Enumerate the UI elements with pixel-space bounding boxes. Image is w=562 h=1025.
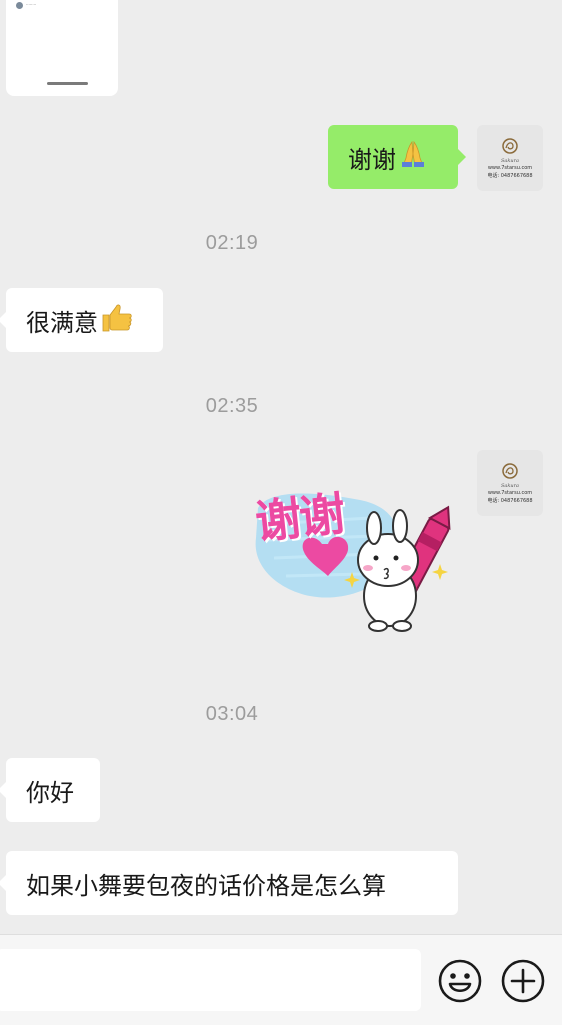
- card-handle: [47, 82, 88, 85]
- avatar-phone-text: 电话: 0487667688: [487, 173, 533, 179]
- message-bubble-incoming[interactable]: 你好: [0, 758, 100, 822]
- message-bubble-outgoing[interactable]: 谢谢: [328, 125, 466, 189]
- message-timestamp: 02:35: [205, 395, 259, 417]
- message-bubble-incoming[interactable]: 很满意: [0, 288, 163, 352]
- plus-circle-icon[interactable]: [500, 958, 546, 1004]
- card-logo-icon: [16, 2, 23, 9]
- message-text: 很满意: [26, 308, 98, 337]
- shared-card-preview[interactable]: ········: [6, 0, 118, 96]
- contact-avatar[interactable]: Sakura www.7starsu.com 电话: 0487667688: [477, 125, 543, 191]
- message-timestamp: 02:19: [205, 232, 259, 254]
- message-text: 谢谢: [348, 145, 396, 174]
- thumbs-up-emoji-icon: [100, 301, 134, 339]
- pray-emoji-icon: [398, 140, 428, 174]
- message-bubble-incoming[interactable]: 如果小舞要包夜的话价格是怎么算: [0, 851, 458, 915]
- brand-logo-icon: [502, 138, 518, 154]
- avatar-phone-text: 电话: 0487667688: [487, 498, 533, 504]
- message-timestamp: 03:04: [205, 703, 259, 725]
- smiley-face-icon[interactable]: [437, 958, 483, 1004]
- sticker-caption: 谢谢: [252, 486, 346, 550]
- avatar-site-text: www.7starsu.com: [487, 490, 533, 496]
- avatar-brand-text: Sakura: [500, 483, 520, 489]
- avatar-site-text: www.7starsu.com: [487, 165, 533, 171]
- message-text: 你好: [26, 778, 74, 807]
- contact-avatar[interactable]: Sakura www.7starsu.com 电话: 0487667688: [477, 450, 543, 516]
- bunny-thanks-sticker[interactable]: 谢谢: [250, 478, 456, 642]
- message-text: 如果小舞要包夜的话价格是怎么算: [26, 871, 386, 900]
- brand-logo-icon: [502, 463, 518, 479]
- input-toolbar: [0, 934, 562, 1025]
- message-input[interactable]: [0, 949, 421, 1011]
- avatar-brand-text: Sakura: [500, 158, 520, 164]
- card-caption: ········: [26, 2, 37, 7]
